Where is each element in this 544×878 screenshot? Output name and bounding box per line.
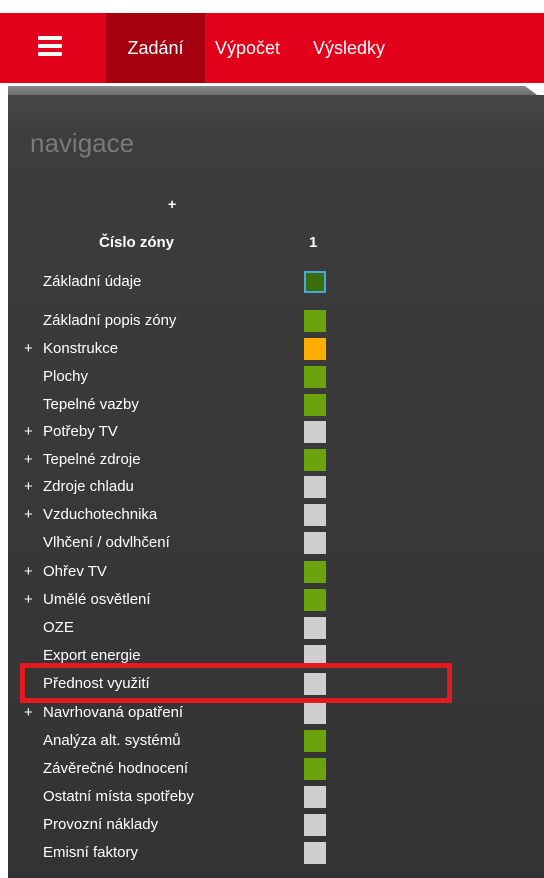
highlight-annotation-box (20, 663, 452, 703)
status-square[interactable] (304, 786, 326, 808)
nav-row-label[interactable]: Navrhovaná opatření (43, 702, 183, 724)
panel-title: navigace (30, 128, 135, 158)
nav-row-label[interactable]: Plochy (43, 366, 88, 388)
expand-plus-icon[interactable]: + (24, 504, 33, 526)
nav-row-label[interactable]: Analýza alt. systémů (43, 730, 181, 752)
expand-plus-icon[interactable]: + (24, 561, 33, 583)
nav-row-label[interactable]: Konstrukce (43, 338, 118, 360)
status-square[interactable] (304, 730, 326, 752)
nav-row[interactable]: + Navrhovaná opatření (0, 702, 544, 724)
nav-row[interactable]: Základní údaje (0, 271, 544, 293)
nav-row[interactable]: Analýza alt. systémů (0, 730, 544, 752)
nav-row[interactable]: OZE (0, 617, 544, 639)
tab-vypocet[interactable]: Výpočet (215, 13, 280, 83)
hamburger-menu-icon[interactable] (38, 36, 62, 56)
tab-zadani[interactable]: Zadání (106, 13, 205, 83)
zone-number-value: 1 (309, 234, 318, 251)
nav-row[interactable]: + Tepelné zdroje (0, 449, 544, 471)
zone-number-label: Číslo zóny (99, 234, 175, 251)
tab-vysledky[interactable]: Výsledky (313, 13, 385, 83)
status-square[interactable] (304, 271, 326, 293)
nav-row[interactable]: + Potřeby TV (0, 421, 544, 443)
expand-plus-icon[interactable]: + (24, 702, 33, 724)
nav-row[interactable]: + Umělé osvětlení (0, 589, 544, 611)
status-square[interactable] (304, 449, 326, 471)
nav-row[interactable]: + Zdroje chladu (0, 476, 544, 498)
status-square[interactable] (304, 504, 326, 526)
status-square[interactable] (304, 842, 326, 864)
nav-row-label[interactable]: Potřeby TV (43, 421, 118, 443)
status-square[interactable] (304, 814, 326, 836)
add-zone-button[interactable]: + (168, 196, 176, 212)
status-square[interactable] (304, 476, 326, 498)
status-square[interactable] (304, 561, 326, 583)
nav-row[interactable]: Plochy (0, 366, 544, 388)
status-square[interactable] (304, 310, 326, 332)
expand-plus-icon[interactable]: + (24, 476, 33, 498)
nav-row[interactable]: Základní popis zóny (0, 310, 544, 332)
expand-plus-icon[interactable]: + (24, 338, 33, 360)
nav-row-label[interactable]: Tepelné vazby (43, 394, 139, 416)
status-square[interactable] (304, 758, 326, 780)
nav-row[interactable]: + Ohřev TV (0, 561, 544, 583)
nav-row-label[interactable]: OZE (43, 617, 74, 639)
nav-row-label[interactable]: Provozní náklady (43, 814, 158, 836)
expand-plus-icon[interactable]: + (24, 589, 33, 611)
status-square[interactable] (304, 366, 326, 388)
expand-plus-icon[interactable]: + (24, 421, 33, 443)
nav-row-label[interactable]: Základní údaje (43, 271, 141, 293)
nav-row[interactable]: Vlhčení / odvlhčení (0, 532, 544, 554)
nav-row[interactable]: Provozní náklady (0, 814, 544, 836)
nav-row-label[interactable]: Umělé osvětlení (43, 589, 151, 611)
status-square[interactable] (304, 589, 326, 611)
status-square[interactable] (304, 532, 326, 554)
nav-row[interactable]: Ostatní místa spotřeby (0, 786, 544, 808)
nav-row-label[interactable]: Tepelné zdroje (43, 449, 141, 471)
nav-row-label[interactable]: Emisní faktory (43, 842, 138, 864)
status-square[interactable] (304, 394, 326, 416)
nav-row-label[interactable]: Závěrečné hodnocení (43, 758, 188, 780)
nav-row[interactable]: + Vzduchotechnika (0, 504, 544, 526)
nav-row-label[interactable]: Ostatní místa spotřeby (43, 786, 194, 808)
nav-row-label[interactable]: Vlhčení / odvlhčení (43, 532, 170, 554)
nav-row[interactable]: Závěrečné hodnocení (0, 758, 544, 780)
nav-row-label[interactable]: Vzduchotechnika (43, 504, 157, 526)
nav-row-label[interactable]: Základní popis zóny (43, 310, 176, 332)
status-square[interactable] (304, 702, 326, 724)
status-square[interactable] (304, 617, 326, 639)
nav-row[interactable]: + Konstrukce (0, 338, 544, 360)
status-square[interactable] (304, 421, 326, 443)
nav-row-label[interactable]: Zdroje chladu (43, 476, 134, 498)
nav-row[interactable]: Tepelné vazby (0, 394, 544, 416)
nav-row-label[interactable]: Ohřev TV (43, 561, 107, 583)
nav-row[interactable]: Emisní faktory (0, 842, 544, 864)
status-square[interactable] (304, 338, 326, 360)
expand-plus-icon[interactable]: + (24, 449, 33, 471)
